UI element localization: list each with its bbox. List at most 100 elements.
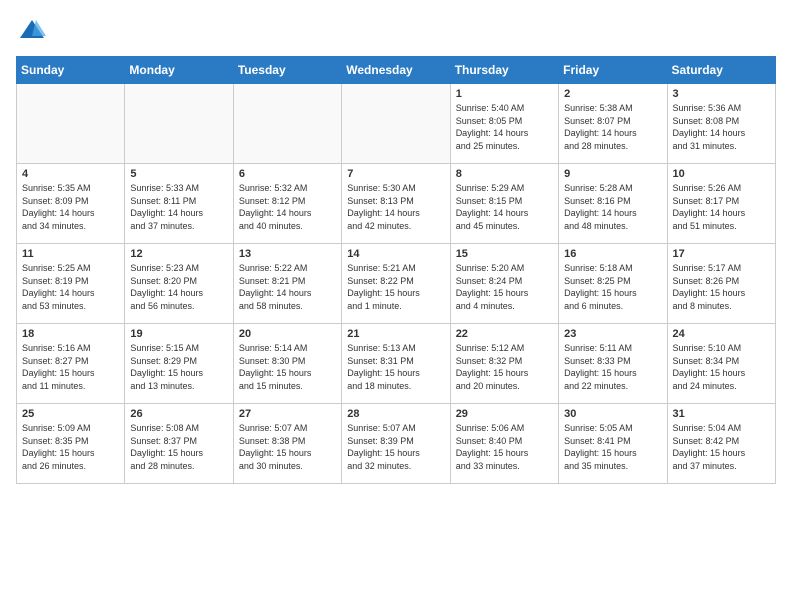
day-number: 17: [673, 248, 770, 260]
calendar-cell: [233, 84, 341, 164]
day-number: 26: [130, 408, 227, 420]
calendar-cell: 7 Sunrise: 5:30 AM Sunset: 8:13 PM Daylig…: [342, 164, 450, 244]
calendar-cell: 14 Sunrise: 5:21 AM Sunset: 8:22 PM Dayli…: [342, 244, 450, 324]
cell-content: Sunrise: 5:36 AM Sunset: 8:08 PM Dayligh…: [673, 102, 770, 152]
day-number: 20: [239, 328, 336, 340]
week-row-5: 25 Sunrise: 5:09 AM Sunset: 8:35 PM Dayli…: [17, 404, 776, 484]
calendar-cell: 10 Sunrise: 5:26 AM Sunset: 8:17 PM Dayli…: [667, 164, 775, 244]
calendar-cell: 13 Sunrise: 5:22 AM Sunset: 8:21 PM Dayli…: [233, 244, 341, 324]
calendar-table: SundayMondayTuesdayWednesdayThursdayFrid…: [16, 56, 776, 484]
cell-content: Sunrise: 5:18 AM Sunset: 8:25 PM Dayligh…: [564, 262, 661, 312]
calendar-cell: 28 Sunrise: 5:07 AM Sunset: 8:39 PM Dayli…: [342, 404, 450, 484]
cell-content: Sunrise: 5:08 AM Sunset: 8:37 PM Dayligh…: [130, 422, 227, 472]
calendar-cell: 3 Sunrise: 5:36 AM Sunset: 8:08 PM Daylig…: [667, 84, 775, 164]
calendar-cell: 11Sunrise: 5:25 AM Sunset: 8:19 PM Dayli…: [17, 244, 125, 324]
day-number: 13: [239, 248, 336, 260]
calendar-cell: [125, 84, 233, 164]
day-number: 12: [130, 248, 227, 260]
day-number: 19: [130, 328, 227, 340]
calendar-cell: 22Sunrise: 5:12 AM Sunset: 8:32 PM Dayli…: [450, 324, 558, 404]
calendar-cell: 17 Sunrise: 5:17 AM Sunset: 8:26 PM Dayli…: [667, 244, 775, 324]
cell-content: Sunrise: 5:06 AM Sunset: 8:40 PM Dayligh…: [456, 422, 553, 472]
calendar-cell: 26 Sunrise: 5:08 AM Sunset: 8:37 PM Dayli…: [125, 404, 233, 484]
logo-icon: [18, 16, 46, 44]
calendar-header-row: SundayMondayTuesdayWednesdayThursdayFrid…: [17, 57, 776, 84]
cell-content: Sunrise: 5:23 AM Sunset: 8:20 PM Dayligh…: [130, 262, 227, 312]
day-number: 3: [673, 88, 770, 100]
cell-content: Sunrise: 5:09 AM Sunset: 8:35 PM Dayligh…: [22, 422, 119, 472]
header-sunday: Sunday: [17, 57, 125, 84]
page-header: [16, 16, 776, 44]
calendar-cell: 4 Sunrise: 5:35 AM Sunset: 8:09 PM Daylig…: [17, 164, 125, 244]
calendar-cell: [342, 84, 450, 164]
cell-content: Sunrise: 5:16 AM Sunset: 8:27 PM Dayligh…: [22, 342, 119, 392]
header-monday: Monday: [125, 57, 233, 84]
day-number: 1: [456, 88, 553, 100]
calendar-cell: 18 Sunrise: 5:16 AM Sunset: 8:27 PM Dayli…: [17, 324, 125, 404]
calendar-cell: 2Sunrise: 5:38 AM Sunset: 8:07 PM Daylig…: [559, 84, 667, 164]
day-number: 4: [22, 168, 119, 180]
week-row-3: 11Sunrise: 5:25 AM Sunset: 8:19 PM Dayli…: [17, 244, 776, 324]
cell-content: Sunrise: 5:22 AM Sunset: 8:21 PM Dayligh…: [239, 262, 336, 312]
calendar-cell: 12 Sunrise: 5:23 AM Sunset: 8:20 PM Dayli…: [125, 244, 233, 324]
calendar-cell: 8 Sunrise: 5:29 AM Sunset: 8:15 PM Daylig…: [450, 164, 558, 244]
day-number: 6: [239, 168, 336, 180]
day-number: 25: [22, 408, 119, 420]
cell-content: Sunrise: 5:32 AM Sunset: 8:12 PM Dayligh…: [239, 182, 336, 232]
calendar-cell: 16 Sunrise: 5:18 AM Sunset: 8:25 PM Dayli…: [559, 244, 667, 324]
day-number: 22: [456, 328, 553, 340]
header-wednesday: Wednesday: [342, 57, 450, 84]
day-number: 9: [564, 168, 661, 180]
day-number: 18: [22, 328, 119, 340]
day-number: 7: [347, 168, 444, 180]
cell-content: Sunrise: 5:17 AM Sunset: 8:26 PM Dayligh…: [673, 262, 770, 312]
cell-content: Sunrise: 5:21 AM Sunset: 8:22 PM Dayligh…: [347, 262, 444, 312]
week-row-4: 18 Sunrise: 5:16 AM Sunset: 8:27 PM Dayli…: [17, 324, 776, 404]
cell-content: Sunrise: 5:14 AM Sunset: 8:30 PM Dayligh…: [239, 342, 336, 392]
calendar-cell: 21 Sunrise: 5:13 AM Sunset: 8:31 PM Dayli…: [342, 324, 450, 404]
calendar-cell: 1 Sunrise: 5:40 AM Sunset: 8:05 PM Daylig…: [450, 84, 558, 164]
calendar-cell: 29Sunrise: 5:06 AM Sunset: 8:40 PM Dayli…: [450, 404, 558, 484]
cell-content: Sunrise: 5:15 AM Sunset: 8:29 PM Dayligh…: [130, 342, 227, 392]
cell-content: Sunrise: 5:07 AM Sunset: 8:38 PM Dayligh…: [239, 422, 336, 472]
day-number: 8: [456, 168, 553, 180]
logo: [16, 16, 46, 44]
day-number: 2: [564, 88, 661, 100]
day-number: 10: [673, 168, 770, 180]
day-number: 24: [673, 328, 770, 340]
cell-content: Sunrise: 5:11 AM Sunset: 8:33 PM Dayligh…: [564, 342, 661, 392]
cell-content: Sunrise: 5:33 AM Sunset: 8:11 PM Dayligh…: [130, 182, 227, 232]
cell-content: Sunrise: 5:29 AM Sunset: 8:15 PM Dayligh…: [456, 182, 553, 232]
cell-content: Sunrise: 5:28 AM Sunset: 8:16 PM Dayligh…: [564, 182, 661, 232]
day-number: 21: [347, 328, 444, 340]
calendar-cell: 6 Sunrise: 5:32 AM Sunset: 8:12 PM Daylig…: [233, 164, 341, 244]
cell-content: Sunrise: 5:25 AM Sunset: 8:19 PM Dayligh…: [22, 262, 119, 312]
header-friday: Friday: [559, 57, 667, 84]
header-saturday: Saturday: [667, 57, 775, 84]
calendar-cell: 9 Sunrise: 5:28 AM Sunset: 8:16 PM Daylig…: [559, 164, 667, 244]
cell-content: Sunrise: 5:26 AM Sunset: 8:17 PM Dayligh…: [673, 182, 770, 232]
week-row-2: 4 Sunrise: 5:35 AM Sunset: 8:09 PM Daylig…: [17, 164, 776, 244]
calendar-cell: 27 Sunrise: 5:07 AM Sunset: 8:38 PM Dayli…: [233, 404, 341, 484]
day-number: 16: [564, 248, 661, 260]
cell-content: Sunrise: 5:35 AM Sunset: 8:09 PM Dayligh…: [22, 182, 119, 232]
day-number: 15: [456, 248, 553, 260]
cell-content: Sunrise: 5:30 AM Sunset: 8:13 PM Dayligh…: [347, 182, 444, 232]
header-thursday: Thursday: [450, 57, 558, 84]
day-number: 28: [347, 408, 444, 420]
day-number: 27: [239, 408, 336, 420]
calendar-cell: 31Sunrise: 5:04 AM Sunset: 8:42 PM Dayli…: [667, 404, 775, 484]
day-number: 23: [564, 328, 661, 340]
day-number: 14: [347, 248, 444, 260]
cell-content: Sunrise: 5:07 AM Sunset: 8:39 PM Dayligh…: [347, 422, 444, 472]
calendar-cell: 23 Sunrise: 5:11 AM Sunset: 8:33 PM Dayli…: [559, 324, 667, 404]
day-number: 30: [564, 408, 661, 420]
week-row-1: 1 Sunrise: 5:40 AM Sunset: 8:05 PM Daylig…: [17, 84, 776, 164]
cell-content: Sunrise: 5:40 AM Sunset: 8:05 PM Dayligh…: [456, 102, 553, 152]
calendar-cell: 15Sunrise: 5:20 AM Sunset: 8:24 PM Dayli…: [450, 244, 558, 324]
header-tuesday: Tuesday: [233, 57, 341, 84]
calendar-cell: [17, 84, 125, 164]
calendar-cell: 24 Sunrise: 5:10 AM Sunset: 8:34 PM Dayli…: [667, 324, 775, 404]
cell-content: Sunrise: 5:13 AM Sunset: 8:31 PM Dayligh…: [347, 342, 444, 392]
cell-content: Sunrise: 5:10 AM Sunset: 8:34 PM Dayligh…: [673, 342, 770, 392]
